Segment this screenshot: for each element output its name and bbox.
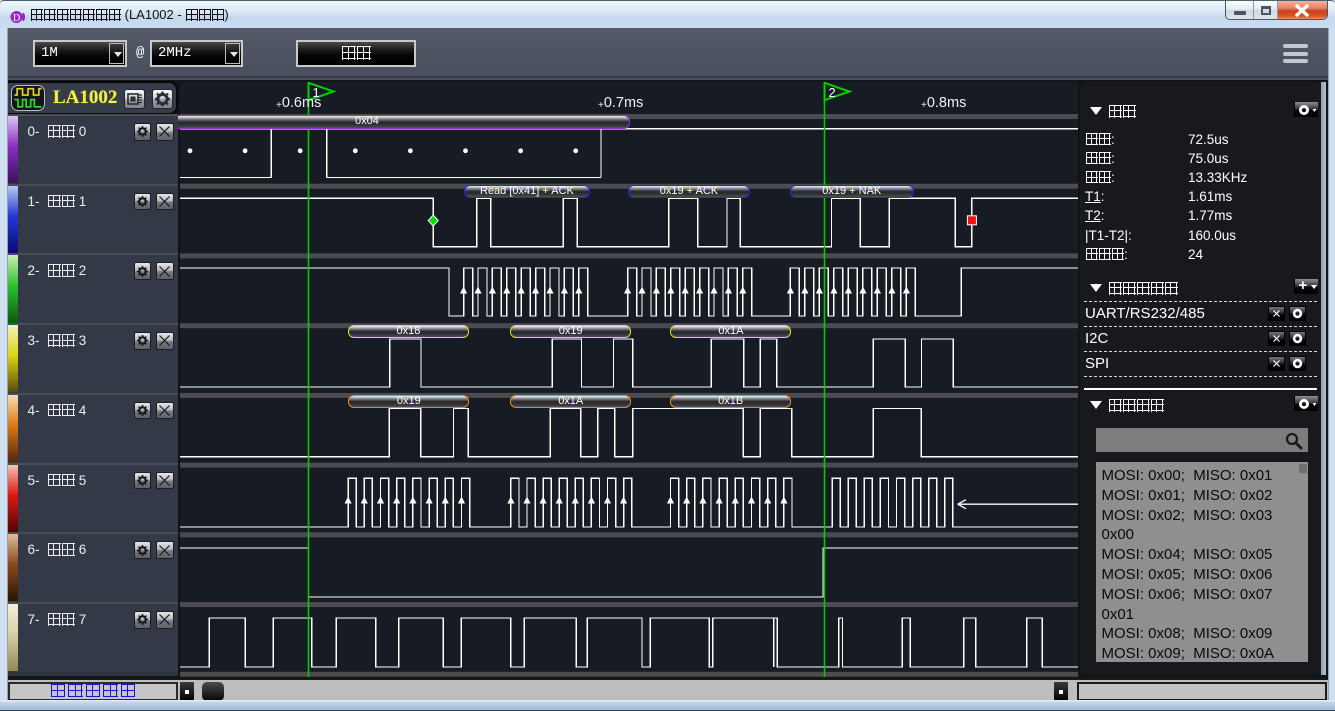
svg-text:2: 2 [829, 85, 836, 100]
svg-text:D: D [13, 13, 20, 24]
